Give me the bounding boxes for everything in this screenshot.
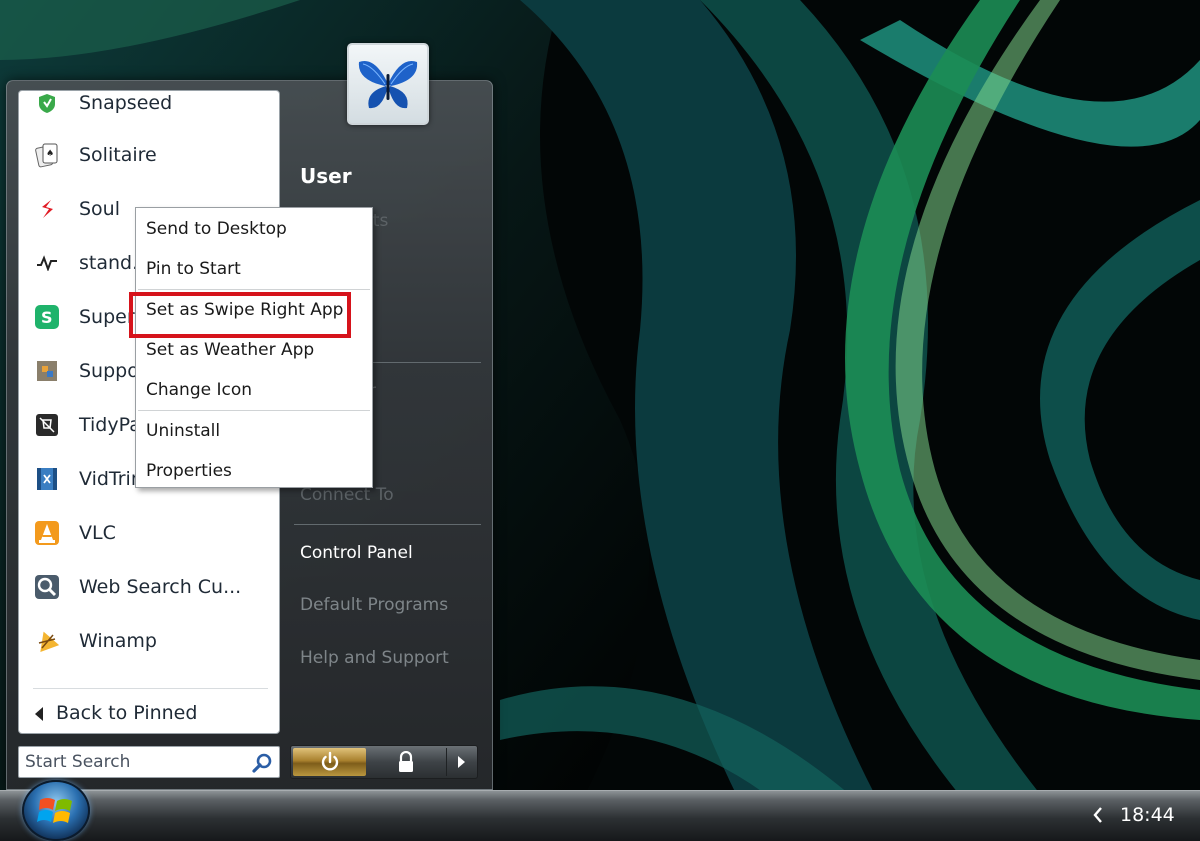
program-label: Solitaire: [79, 144, 157, 166]
menu-item-change-icon[interactable]: Change Icon: [136, 372, 372, 408]
program-item-winamp[interactable]: Winamp: [19, 615, 279, 667]
web-search-icon: [33, 573, 61, 601]
program-label: VLC: [79, 522, 116, 544]
start-search-box: [18, 746, 280, 778]
power-button[interactable]: [293, 748, 366, 776]
control-panel-link[interactable]: Control Panel: [300, 543, 413, 563]
right-divider: [294, 524, 481, 525]
menu-item-set-weather-app[interactable]: Set as Weather App: [136, 332, 372, 368]
shutdown-options-button[interactable]: [446, 748, 476, 776]
lock-button[interactable]: [368, 748, 443, 776]
program-label: Soul: [79, 198, 121, 220]
vlc-icon: [33, 519, 61, 547]
menu-item-uninstall[interactable]: Uninstall: [136, 413, 372, 449]
soul-icon: [33, 195, 61, 223]
svg-text:♠: ♠: [46, 149, 54, 159]
butterfly-icon: [358, 60, 418, 109]
taskbar-clock[interactable]: 18:44: [1120, 804, 1175, 826]
back-to-pinned-label: Back to Pinned: [56, 702, 198, 724]
pane-divider: [33, 688, 268, 689]
program-label: Winamp: [79, 630, 157, 652]
program-item-snapseed[interactable]: Snapseed: [19, 91, 279, 129]
super-icon: S: [33, 303, 61, 331]
context-menu: Send to Desktop Pin to Start Set as Swip…: [129, 207, 373, 489]
menu-item-pin-to-start[interactable]: Pin to Start: [136, 251, 372, 287]
snapseed-icon: [33, 91, 61, 117]
svg-text:S: S: [41, 308, 53, 327]
search-icon[interactable]: [251, 752, 273, 774]
tidypanel-icon: [33, 411, 61, 439]
support-icon: [33, 357, 61, 385]
arrow-right-icon: [458, 756, 465, 768]
user-name-link[interactable]: User: [300, 164, 352, 188]
power-icon: [321, 751, 338, 771]
winamp-icon: [33, 627, 61, 655]
program-label: Snapseed: [79, 92, 173, 114]
program-item-solitaire[interactable]: ♠ Solitaire: [19, 129, 279, 181]
default-programs-link[interactable]: Default Programs: [300, 595, 448, 615]
menu-divider: [138, 289, 370, 290]
lock-icon: [398, 751, 413, 772]
menu-item-properties[interactable]: Properties: [136, 453, 372, 489]
start-button[interactable]: [22, 780, 90, 841]
program-label: Web Search Cu...: [79, 576, 242, 598]
program-label: Super: [79, 306, 135, 328]
taskbar: [0, 790, 1200, 841]
menu-item-send-to-desktop[interactable]: Send to Desktop: [136, 211, 372, 247]
tray-chevron-icon[interactable]: [1092, 806, 1104, 824]
program-label: Suppo: [79, 360, 139, 382]
search-input[interactable]: [25, 750, 235, 774]
stand-icon: [33, 249, 61, 277]
program-label: TidyPa: [79, 414, 141, 436]
back-to-pinned-button[interactable]: Back to Pinned: [19, 695, 279, 731]
help-and-support-link[interactable]: Help and Support: [300, 648, 449, 668]
menu-item-set-swipe-right-app[interactable]: Set as Swipe Right App: [136, 292, 372, 328]
program-item-web-search[interactable]: Web Search Cu...: [19, 561, 279, 613]
solitaire-icon: ♠: [33, 141, 61, 169]
user-avatar[interactable]: [347, 43, 429, 125]
power-controls: [290, 745, 478, 779]
program-item-vlc[interactable]: VLC: [19, 507, 279, 559]
vidtrim-icon: [33, 465, 61, 493]
windows-logo-icon: [37, 797, 72, 823]
menu-divider: [138, 410, 370, 411]
back-arrow-icon: [35, 707, 43, 721]
